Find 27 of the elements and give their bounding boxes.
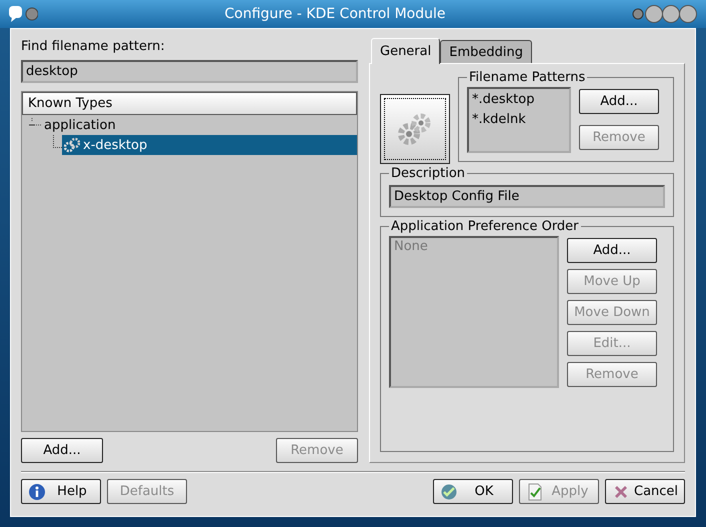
tab[interactable]: General xyxy=(371,38,440,64)
tree-item[interactable]: application xyxy=(42,118,116,132)
cancel-button[interactable]: Cancel xyxy=(605,479,685,504)
icon-button[interactable] xyxy=(380,94,450,164)
help-button[interactable]: Help xyxy=(21,479,101,504)
window-controls-icon[interactable] xyxy=(632,4,698,24)
group-title: Application Preference Order xyxy=(390,219,580,234)
window-title: Configure - KDE Control Module xyxy=(224,6,446,22)
list-button[interactable]: Add... xyxy=(21,438,103,463)
check-globe-icon xyxy=(440,482,458,500)
group-title: Description xyxy=(390,166,466,181)
ok-button[interactable]: OK xyxy=(433,479,513,504)
description-field[interactable]: Desktop Config File xyxy=(389,185,665,208)
tab[interactable]: Embedding xyxy=(440,40,532,63)
list-item[interactable]: *.desktop xyxy=(472,90,534,110)
document-check-icon xyxy=(526,482,544,500)
list-button[interactable]: Add... xyxy=(579,89,659,114)
find-field[interactable]: desktop xyxy=(21,60,358,83)
list-item[interactable]: *.kdelnk xyxy=(472,110,526,130)
info-icon xyxy=(28,482,46,500)
group-title: Filename Patterns xyxy=(468,70,586,85)
column-header[interactable]: Known Types xyxy=(22,92,357,115)
list-button[interactable]: Add... xyxy=(567,238,657,263)
empty-list-text: None xyxy=(394,239,428,254)
find-label: Find filename pattern: xyxy=(21,38,166,56)
tree-item[interactable]: x-desktop xyxy=(62,135,357,155)
gears-icon xyxy=(64,137,80,153)
